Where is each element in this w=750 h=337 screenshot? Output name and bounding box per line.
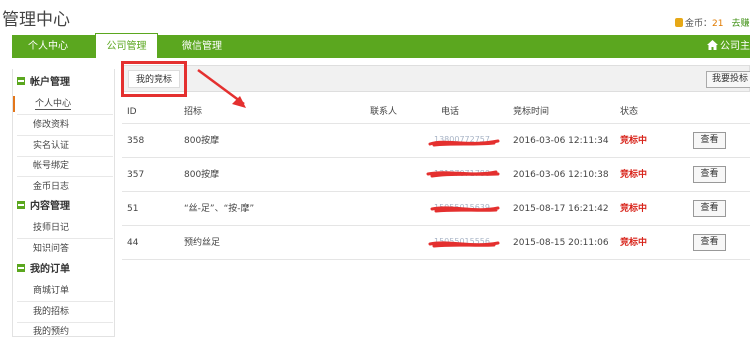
page-title: 管理中心 xyxy=(2,10,70,30)
divider xyxy=(17,301,113,302)
column-header-bid-time: 竞标时间 xyxy=(513,107,550,117)
collapse-icon[interactable] xyxy=(17,264,25,272)
column-header-tender: 招标 xyxy=(184,107,203,117)
coin-value: 21 xyxy=(712,19,724,29)
redaction-scribble xyxy=(428,241,500,248)
sidebar-item-verification[interactable]: 实名认证 xyxy=(33,138,69,154)
sidebar-item-shop-orders[interactable]: 商城订单 xyxy=(33,283,69,299)
table-row: 51 “丝-足”、“按-摩” 15055015639 2015-08-17 16… xyxy=(122,191,750,225)
view-button[interactable]: 查看 xyxy=(693,200,726,217)
nav-wechat-management[interactable]: 微信管理 xyxy=(182,35,222,58)
column-header-id: ID xyxy=(127,107,137,117)
table-row: 358 800按摩 13800772757 2016-03-06 12:11:3… xyxy=(122,123,750,157)
status-badge: 竞标中 xyxy=(620,170,648,180)
home-icon xyxy=(707,40,718,50)
redaction-scribble xyxy=(430,206,500,213)
status-badge: 竞标中 xyxy=(620,204,648,214)
cell-phone-redacted: 15055015556 xyxy=(428,235,500,251)
cell-id: 357 xyxy=(127,170,145,180)
sidebar: 帐户管理 个人中心 修改资料 实名认证 帐号绑定 金币日志 内容管理 技师日记 … xyxy=(12,69,115,337)
main-nav: 个人中心 公司管理 微信管理 公司主 xyxy=(12,33,750,58)
annotation-highlight-box xyxy=(121,61,187,97)
cell-id: 358 xyxy=(127,136,145,146)
sidebar-item-account-binding[interactable]: 帐号绑定 xyxy=(33,158,69,174)
sidebar-section-orders: 我的订单 xyxy=(17,262,70,278)
submit-bid-button[interactable]: 我要投标 xyxy=(706,71,750,88)
sidebar-item-edit-profile[interactable]: 修改资料 xyxy=(33,117,69,133)
status-badge: 竞标中 xyxy=(620,136,648,146)
collapse-icon[interactable] xyxy=(17,77,25,85)
divider xyxy=(17,176,113,177)
column-header-status: 状态 xyxy=(620,107,639,117)
view-button[interactable]: 查看 xyxy=(693,166,726,183)
coin-balance: 金币：21 去赚 xyxy=(675,16,749,29)
sidebar-item-diary[interactable]: 技师日记 xyxy=(33,220,69,236)
divider xyxy=(17,322,113,323)
cell-tender: 800按摩 xyxy=(184,170,220,180)
coin-label: 金币： xyxy=(685,19,713,29)
cell-tender: “丝-足”、“按-摩” xyxy=(184,204,255,214)
view-button[interactable]: 查看 xyxy=(693,132,726,149)
earn-coins-link[interactable]: 去赚 xyxy=(731,19,749,29)
table-bottom-rule xyxy=(122,259,750,260)
cell-bid-time: 2016-03-06 12:11:34 xyxy=(513,136,609,146)
redaction-scribble xyxy=(426,170,500,178)
sidebar-section-title: 我的订单 xyxy=(30,264,70,275)
sidebar-item-label: 个人中心 xyxy=(35,99,72,110)
sidebar-item-my-tenders[interactable]: 我的招标 xyxy=(33,304,69,320)
sidebar-section-title: 内容管理 xyxy=(30,201,70,212)
sidebar-item-qa[interactable]: 知识问答 xyxy=(33,241,69,257)
cell-bid-time: 2015-08-15 20:11:06 xyxy=(513,238,609,248)
divider xyxy=(17,135,113,136)
cell-phone-redacted: 13137071780 xyxy=(426,167,500,183)
divider xyxy=(17,238,113,239)
sidebar-section-account: 帐户管理 xyxy=(17,75,70,91)
divider xyxy=(17,114,113,115)
cell-phone-redacted: 13800772757 xyxy=(428,133,500,149)
cell-bid-time: 2015-08-17 16:21:42 xyxy=(513,204,609,214)
page: 管理中心 金币：21 去赚 个人中心 公司管理 微信管理 公司主 帐户管理 个人中… xyxy=(0,0,750,337)
coin-icon xyxy=(675,18,683,27)
view-button[interactable]: 查看 xyxy=(693,234,726,251)
collapse-icon[interactable] xyxy=(17,201,25,209)
cell-id: 51 xyxy=(127,204,139,214)
redaction-scribble xyxy=(428,139,500,147)
cell-bid-time: 2016-03-06 12:10:38 xyxy=(513,170,609,180)
cell-phone-redacted: 15055015639 xyxy=(428,201,500,217)
cell-tender: 800按摩 xyxy=(184,136,220,146)
sidebar-item-coin-log[interactable]: 金币日志 xyxy=(33,179,69,195)
nav-company-management[interactable]: 公司管理 xyxy=(95,33,158,58)
sidebar-item-personal-center[interactable]: 个人中心 xyxy=(13,96,114,112)
table-row: 357 800按摩 13137071780 2016-03-06 12:10:3… xyxy=(122,157,750,191)
sidebar-item-my-bookings[interactable]: 我的预约 xyxy=(33,324,69,337)
nav-company-home-label: 公司主 xyxy=(720,41,750,52)
column-header-phone: 电话 xyxy=(441,107,460,117)
sidebar-section-title: 帐户管理 xyxy=(30,77,70,88)
cell-id: 44 xyxy=(127,238,139,248)
annotation-arrow xyxy=(197,68,246,108)
sidebar-section-content: 内容管理 xyxy=(17,199,70,215)
status-badge: 竞标中 xyxy=(620,238,648,248)
cell-tender: 预约丝足 xyxy=(184,238,221,248)
nav-personal-center[interactable]: 个人中心 xyxy=(28,35,68,58)
divider xyxy=(17,156,113,157)
column-header-contact: 联系人 xyxy=(370,107,398,117)
nav-company-home[interactable]: 公司主 xyxy=(707,35,750,58)
table-row: 44 预约丝足 15055015556 2015-08-15 20:11:06 … xyxy=(122,225,750,259)
